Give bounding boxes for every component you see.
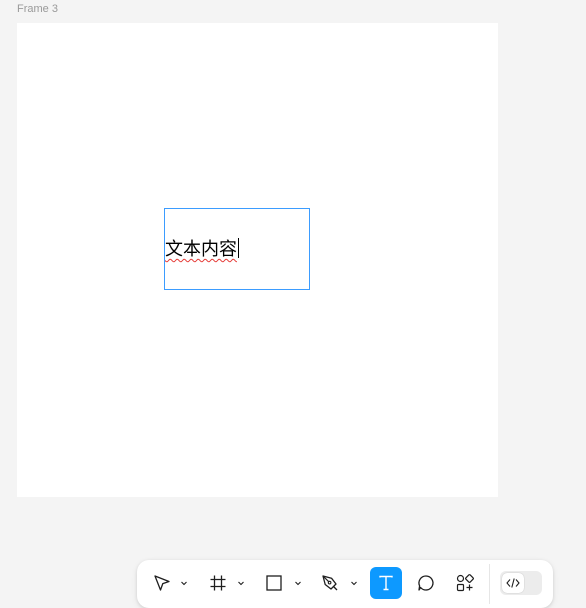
text-caret bbox=[238, 238, 239, 258]
bottom-toolbar bbox=[137, 560, 553, 608]
move-tool-button[interactable] bbox=[149, 568, 175, 598]
rectangle-icon bbox=[266, 575, 282, 591]
frame-tool-dropdown[interactable] bbox=[236, 568, 246, 598]
dev-mode-knob bbox=[502, 573, 524, 593]
pen-tool-button[interactable] bbox=[317, 568, 343, 598]
shape-tool-button[interactable] bbox=[261, 568, 287, 598]
actions-tool-button[interactable] bbox=[450, 568, 480, 598]
chevron-down-icon bbox=[181, 581, 187, 586]
pen-tool-dropdown[interactable] bbox=[349, 568, 359, 598]
toolbar-divider bbox=[489, 564, 490, 604]
text-tool-button[interactable] bbox=[370, 567, 402, 599]
speech-bubble-icon bbox=[418, 575, 434, 591]
text-layer-content[interactable]: 文本内容 bbox=[165, 239, 237, 260]
pen-icon bbox=[322, 575, 338, 591]
dev-mode-toggle[interactable] bbox=[500, 571, 542, 595]
text-layer[interactable]: 文本内容 bbox=[165, 238, 239, 261]
chevron-down-icon bbox=[351, 581, 357, 586]
code-brackets-icon bbox=[506, 578, 520, 588]
chevron-down-icon bbox=[295, 581, 301, 586]
chevron-down-icon bbox=[238, 581, 244, 586]
pointer-arrow-icon bbox=[154, 575, 170, 591]
hash-frame-icon bbox=[210, 575, 226, 591]
comment-tool-button[interactable] bbox=[412, 568, 440, 598]
frame-tool-button[interactable] bbox=[205, 568, 231, 598]
shapes-plus-icon bbox=[456, 574, 474, 592]
text-t-icon bbox=[379, 575, 393, 591]
shape-tool-dropdown[interactable] bbox=[293, 568, 303, 598]
move-tool-dropdown[interactable] bbox=[179, 568, 189, 598]
frame-label[interactable]: Frame 3 bbox=[17, 3, 58, 15]
